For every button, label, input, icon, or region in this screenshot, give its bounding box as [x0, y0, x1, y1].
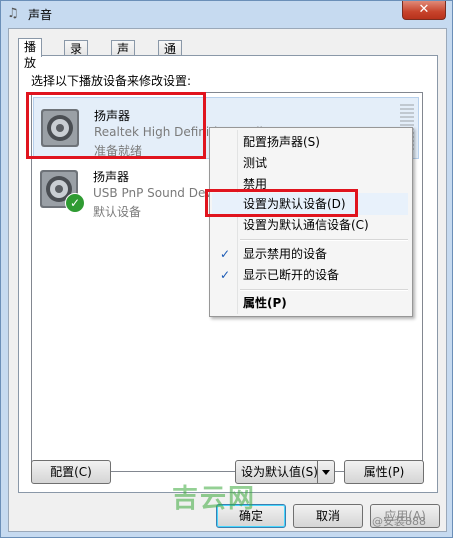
checkmark-icon: ✓	[220, 247, 231, 261]
menu-item-test[interactable]: 测试	[212, 152, 408, 174]
speaker-device-icon	[41, 109, 79, 147]
menu-item-show-disabled[interactable]: ✓ 显示禁用的设备	[212, 243, 408, 265]
close-button[interactable]: ✕	[402, 1, 446, 20]
menu-item-show-disconnected[interactable]: ✓ 显示已断开的设备	[212, 264, 408, 286]
context-menu: 配置扬声器(S) 测试 禁用 设置为默认设备(D) 设置为默认通信设备(C) ✓…	[209, 127, 413, 317]
tab-sounds[interactable]: 声音	[111, 40, 136, 72]
speaker-icon: ♫	[7, 6, 19, 21]
watermark-text: 吉云网	[172, 484, 257, 514]
window-title: 声音	[28, 8, 53, 22]
tab-communications[interactable]: 通信	[158, 40, 183, 72]
configure-button[interactable]: 配置(C)	[31, 460, 111, 484]
close-icon: ✕	[418, 2, 430, 17]
menu-item-set-default-comm-device[interactable]: 设置为默认通信设备(C)	[212, 214, 408, 236]
menu-separator	[240, 289, 408, 291]
menu-item-properties[interactable]: 属性(P)	[212, 292, 408, 314]
cancel-button[interactable]: 取消	[293, 504, 363, 528]
device-name: 扬声器	[94, 109, 131, 123]
default-device-check-icon: ✓	[65, 193, 85, 213]
checkmark-icon: ✓	[220, 268, 231, 282]
corner-watermark: @安装888	[372, 515, 426, 528]
menu-item-configure-speakers[interactable]: 配置扬声器(S)	[212, 131, 408, 153]
properties-button[interactable]: 属性(P)	[344, 460, 424, 484]
chevron-down-icon[interactable]	[317, 461, 334, 483]
menu-item-set-default-device[interactable]: 设置为默认设备(D)	[212, 193, 408, 215]
tab-playback[interactable]: 播放	[18, 38, 43, 70]
tab-recording[interactable]: 录制	[64, 40, 89, 72]
title-bar[interactable]: ♫ 声音 ✕	[1, 1, 452, 27]
menu-item-disable[interactable]: 禁用	[212, 173, 408, 195]
instruction-label: 选择以下播放设备来修改设置:	[31, 74, 192, 88]
device-status: 默认设备	[93, 205, 142, 219]
menu-separator	[240, 239, 408, 241]
device-name: 扬声器	[93, 170, 130, 184]
set-default-label: 设为默认值(S)	[241, 465, 318, 479]
device-status: 准备就绪	[94, 144, 143, 158]
